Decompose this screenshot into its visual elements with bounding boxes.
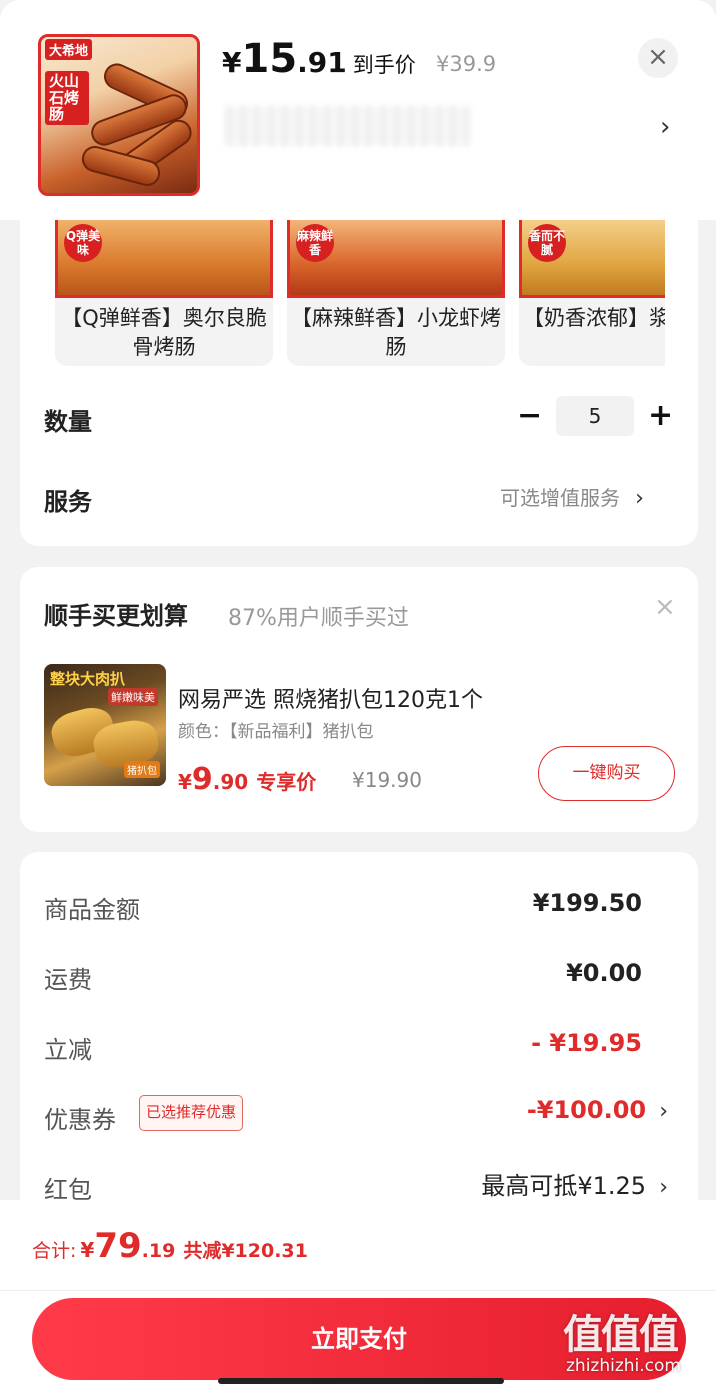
subtotal-value: ¥199.50 bbox=[532, 889, 642, 917]
total-saved: 共减¥120.31 bbox=[183, 1240, 308, 1262]
close-icon[interactable]: × bbox=[654, 592, 676, 622]
quantity-decrease-button[interactable]: − bbox=[517, 396, 542, 436]
chevron-right-icon: › bbox=[659, 1099, 668, 1124]
price-decimal: .91 bbox=[297, 46, 347, 79]
shipping-label: 运费 bbox=[44, 966, 92, 994]
product-brand-label: 大希地 bbox=[45, 39, 93, 60]
instant-discount-label: 立减 bbox=[44, 1036, 92, 1064]
service-label: 服务 bbox=[44, 488, 92, 516]
one-click-buy-button[interactable]: 一键购买 bbox=[538, 746, 675, 801]
quantity-input[interactable]: 5 bbox=[556, 396, 634, 436]
total-integer: 79 bbox=[94, 1226, 142, 1266]
variant-label: 【麻辣鲜香】小龙虾烤肠 bbox=[291, 306, 501, 359]
watermark-logo: 值值值 bbox=[563, 1312, 679, 1358]
addon-price-integer: 9 bbox=[191, 762, 213, 797]
price-label: 到手价 bbox=[352, 53, 416, 77]
close-button[interactable]: × bbox=[638, 38, 678, 78]
watermark-url: zhizhizhi.com bbox=[566, 1356, 681, 1376]
variant-badge: 香而不腻 bbox=[528, 224, 566, 262]
chevron-right-icon: › bbox=[659, 1175, 668, 1200]
variant-option[interactable]: Q弹美味 【Q弹鲜香】奥尔良脆骨烤肠 bbox=[55, 220, 273, 366]
quantity-label: 数量 bbox=[44, 408, 92, 436]
addon-image-title: 整块大肉扒 bbox=[50, 670, 126, 688]
product-image-tag: 火山石烤肠 bbox=[45, 71, 89, 125]
blurred-selected-spec bbox=[225, 106, 470, 146]
variant-label: 【奶香浓郁】浆芝士烤 bbox=[523, 306, 665, 330]
price-currency: ¥ bbox=[222, 46, 242, 79]
product-thumbnail[interactable]: 大希地 火山石烤肠 bbox=[38, 34, 200, 196]
home-indicator[interactable] bbox=[218, 1378, 504, 1384]
divider bbox=[0, 1290, 716, 1291]
addon-product-image[interactable]: 整块大肉扒 鲜嫩味美 猪扒包 bbox=[44, 664, 166, 786]
addon-image-subtitle: 鲜嫩味美 bbox=[108, 688, 158, 706]
red-packet-selector[interactable]: 最高可抵¥1.25 › bbox=[481, 1166, 668, 1201]
addon-original-price: ¥19.90 bbox=[352, 768, 422, 792]
price-integer: 15 bbox=[241, 36, 298, 82]
instant-discount-value: - ¥19.95 bbox=[531, 1029, 642, 1057]
close-icon: × bbox=[647, 42, 669, 72]
coupon-value: -¥100.00 bbox=[526, 1096, 647, 1124]
total-decimal: .19 bbox=[141, 1240, 176, 1262]
addon-price: ¥9.90 专享价 bbox=[178, 762, 316, 797]
addon-product-spec: 颜色：【新品福利】猪扒包 bbox=[178, 722, 374, 742]
coupon-recommended-tag: 已选推荐优惠 bbox=[139, 1095, 244, 1131]
variant-option[interactable]: 香而不腻 【奶香浓郁】浆芝士烤 bbox=[519, 220, 665, 366]
addon-price-currency: ¥ bbox=[178, 770, 192, 794]
variant-badge: 麻辣鲜香 bbox=[296, 224, 334, 262]
addon-price-label: 专享价 bbox=[256, 770, 317, 794]
coupon-selector[interactable]: -¥100.00 › bbox=[527, 1096, 668, 1124]
service-selector[interactable]: 可选增值服务 › bbox=[500, 482, 644, 511]
order-total: 合计: ¥79.19 共减¥120.31 bbox=[32, 1226, 308, 1266]
quantity-increase-button[interactable]: + bbox=[648, 396, 673, 436]
red-packet-value: 最高可抵¥1.25 bbox=[481, 1172, 647, 1200]
shipping-value: ¥0.00 bbox=[566, 959, 642, 987]
variant-image: 麻辣鲜香 bbox=[287, 220, 505, 298]
chevron-right-icon[interactable]: › bbox=[660, 112, 670, 142]
total-currency: ¥ bbox=[80, 1238, 95, 1262]
addon-product-name[interactable]: 网易严选 照烧猪扒包120克1个 bbox=[178, 682, 483, 714]
service-value: 可选增值服务 bbox=[500, 486, 620, 510]
addon-image-tag: 猪扒包 bbox=[124, 761, 160, 778]
variant-option[interactable]: 麻辣鲜香 【麻辣鲜香】小龙虾烤肠 bbox=[287, 220, 505, 366]
original-price: ¥39.9 bbox=[436, 52, 497, 76]
addon-price-decimal: .90 bbox=[212, 770, 249, 794]
variant-label: 【Q弹鲜香】奥尔良脆骨烤肠 bbox=[61, 306, 267, 359]
variant-badge: Q弹美味 bbox=[64, 224, 102, 262]
total-label: 合计: bbox=[32, 1240, 77, 1262]
coupon-label: 优惠券 bbox=[44, 1106, 116, 1134]
addon-title: 顺手买更划算 bbox=[44, 602, 188, 630]
variant-image: 香而不腻 bbox=[519, 220, 665, 298]
subtotal-label: 商品金额 bbox=[44, 896, 140, 924]
variant-image: Q弹美味 bbox=[55, 220, 273, 298]
variant-list[interactable]: Q弹美味 【Q弹鲜香】奥尔良脆骨烤肠 麻辣鲜香 【麻辣鲜香】小龙虾烤肠 香而不腻… bbox=[55, 220, 665, 368]
addon-subtitle: 87%用户顺手买过 bbox=[228, 606, 409, 631]
product-price: ¥15.91 到手价 bbox=[222, 36, 416, 82]
chevron-right-icon: › bbox=[635, 486, 644, 511]
